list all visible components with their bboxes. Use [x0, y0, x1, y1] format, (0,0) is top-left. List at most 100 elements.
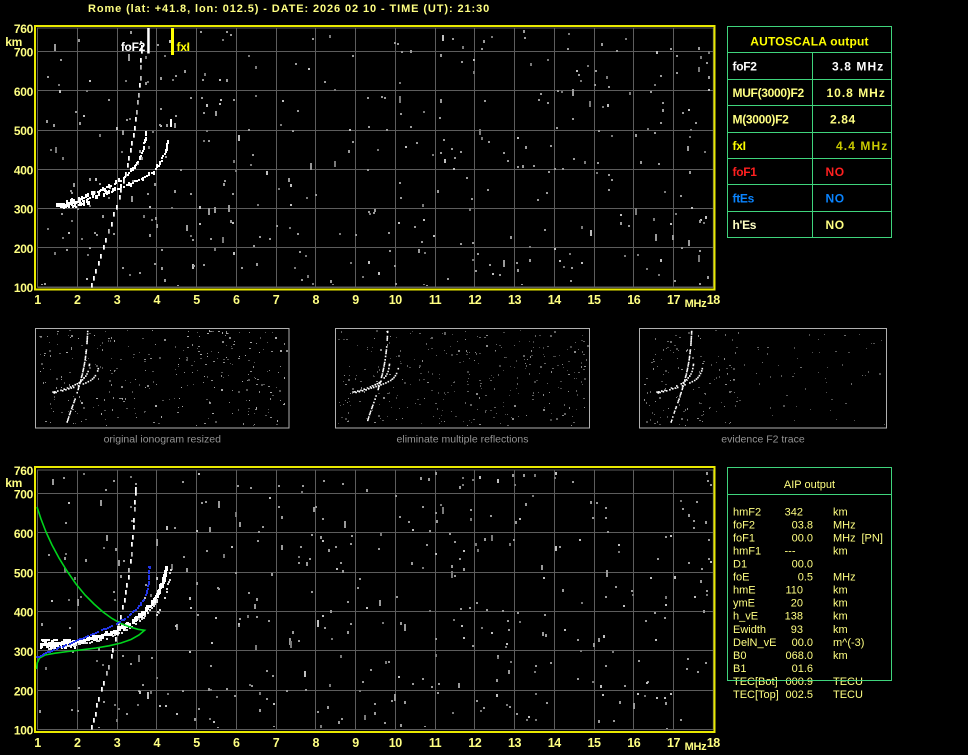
svg-text:Ewidth: Ewidth — [733, 624, 766, 636]
svg-text:00.0: 00.0 — [792, 637, 813, 649]
svg-text:18: 18 — [707, 293, 720, 307]
svg-text:9: 9 — [352, 736, 359, 750]
svg-text:TECU: TECU — [833, 676, 863, 688]
svg-text:fxI: fxI — [177, 40, 190, 54]
svg-text:00.0: 00.0 — [792, 532, 813, 544]
svg-text:M(3000)F2: M(3000)F2 — [733, 113, 790, 127]
svg-text:600: 600 — [14, 85, 34, 99]
svg-text:TEC[Bot]: TEC[Bot] — [733, 676, 778, 688]
svg-text:km: km — [833, 598, 848, 610]
svg-text:0.5: 0.5 — [798, 572, 813, 584]
svg-text:MHz: MHz — [685, 741, 708, 753]
svg-text:400: 400 — [14, 163, 34, 177]
svg-text:TECU: TECU — [833, 689, 863, 701]
svg-text:foE: foE — [733, 572, 750, 584]
svg-text:hmF1: hmF1 — [733, 546, 761, 558]
svg-text:760: 760 — [14, 22, 34, 36]
svg-text:foF2: foF2 — [733, 519, 755, 531]
svg-text:13: 13 — [508, 293, 521, 307]
svg-text:h_vE: h_vE — [733, 611, 758, 623]
svg-text:12: 12 — [468, 736, 481, 750]
svg-text:11: 11 — [429, 293, 442, 307]
svg-text:foF2: foF2 — [121, 40, 146, 54]
svg-text:Rome (lat: +41.8, lon: 012.5): Rome (lat: +41.8, lon: 012.5) - DATE: 20… — [88, 3, 490, 15]
svg-text:20: 20 — [791, 598, 803, 610]
svg-text:110: 110 — [785, 585, 803, 597]
svg-text:NO: NO — [826, 165, 845, 179]
svg-text:1: 1 — [34, 736, 41, 750]
svg-text:km: km — [833, 585, 848, 597]
svg-text:93: 93 — [791, 624, 803, 636]
svg-text:17: 17 — [667, 736, 680, 750]
svg-text:ftEs: ftEs — [733, 192, 755, 206]
svg-text:300: 300 — [14, 203, 34, 217]
svg-text:00.0: 00.0 — [792, 559, 813, 571]
svg-text:12: 12 — [468, 293, 481, 307]
svg-text:14: 14 — [548, 293, 561, 307]
svg-text:TEC[Top]: TEC[Top] — [733, 689, 779, 701]
svg-text:2: 2 — [74, 736, 81, 750]
svg-text:B1: B1 — [733, 663, 746, 675]
svg-text:4: 4 — [154, 293, 161, 307]
svg-text:DelN_vE: DelN_vE — [733, 637, 776, 649]
svg-text:eliminate multiple reflections: eliminate multiple reflections — [397, 434, 529, 446]
svg-text:10: 10 — [389, 736, 402, 750]
svg-text:100: 100 — [14, 724, 34, 738]
svg-text:200: 200 — [14, 242, 34, 256]
svg-text:9: 9 — [352, 293, 359, 307]
svg-text:15: 15 — [588, 736, 601, 750]
svg-text:17: 17 — [667, 293, 680, 307]
svg-text:600: 600 — [14, 527, 34, 541]
svg-text:h'Es: h'Es — [733, 218, 757, 232]
svg-text:hmE: hmE — [733, 585, 756, 597]
svg-text:2.84: 2.84 — [830, 113, 856, 127]
svg-text:MUF(3000)F2: MUF(3000)F2 — [733, 86, 805, 100]
svg-text:hmF2: hmF2 — [733, 506, 761, 518]
svg-text:068.0: 068.0 — [785, 650, 813, 662]
svg-text:ymE: ymE — [733, 598, 755, 610]
svg-text:03.8: 03.8 — [792, 519, 813, 531]
svg-text:100: 100 — [14, 281, 34, 295]
svg-text:foF2: foF2 — [733, 60, 758, 74]
svg-text:10: 10 — [389, 293, 402, 307]
svg-text:5: 5 — [193, 736, 200, 750]
svg-text:300: 300 — [14, 645, 34, 659]
svg-text:01.6: 01.6 — [792, 663, 813, 675]
svg-text:4: 4 — [154, 736, 161, 750]
svg-text:NO: NO — [826, 192, 845, 206]
svg-text:---: --- — [785, 546, 796, 558]
svg-text:NO: NO — [826, 218, 845, 232]
svg-text:200: 200 — [14, 684, 34, 698]
svg-text:500: 500 — [14, 124, 34, 138]
svg-text:16: 16 — [627, 293, 640, 307]
svg-text:evidence F2 trace: evidence F2 trace — [721, 434, 805, 446]
svg-text:138: 138 — [785, 611, 803, 623]
svg-text:km: km — [5, 35, 22, 49]
svg-text:400: 400 — [14, 606, 34, 620]
svg-text:342: 342 — [785, 506, 803, 518]
svg-text:3.8 MHz: 3.8 MHz — [832, 60, 884, 74]
svg-text:km: km — [5, 476, 22, 490]
svg-text:8: 8 — [313, 736, 320, 750]
svg-text:km: km — [833, 506, 848, 518]
svg-text:5: 5 — [193, 293, 200, 307]
svg-text:13: 13 — [508, 736, 521, 750]
svg-text:AIP output: AIP output — [784, 479, 835, 491]
svg-text:14: 14 — [548, 736, 561, 750]
svg-text:4.4 MHz: 4.4 MHz — [836, 139, 888, 153]
svg-text:16: 16 — [627, 736, 640, 750]
svg-text:km: km — [833, 624, 848, 636]
svg-text:8: 8 — [313, 293, 320, 307]
svg-text:[PN]: [PN] — [862, 532, 883, 544]
svg-text:18: 18 — [707, 736, 720, 750]
svg-text:km: km — [833, 611, 848, 623]
svg-text:15: 15 — [588, 293, 601, 307]
svg-text:7: 7 — [273, 736, 280, 750]
svg-text:6: 6 — [233, 736, 240, 750]
svg-text:B0: B0 — [733, 650, 746, 662]
svg-text:002.5: 002.5 — [785, 689, 813, 701]
svg-text:2: 2 — [74, 293, 81, 307]
svg-text:000.9: 000.9 — [785, 676, 813, 688]
svg-text:500: 500 — [14, 566, 34, 580]
svg-text:1: 1 — [34, 293, 41, 307]
